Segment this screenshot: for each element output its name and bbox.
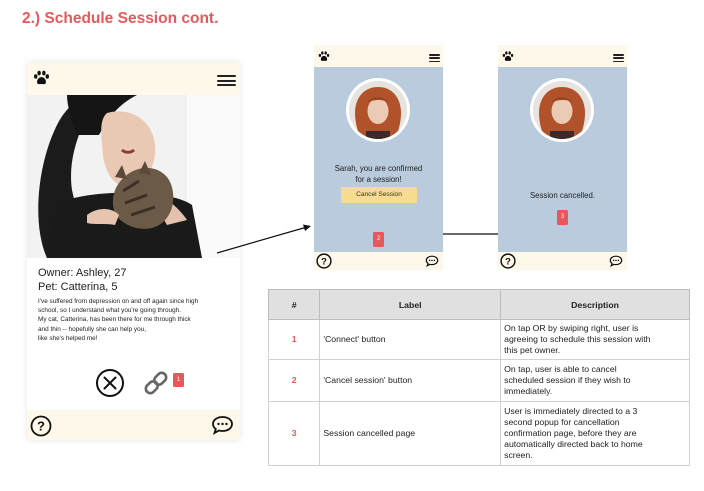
bottom-bar: ? (27, 410, 240, 440)
svg-text:?: ? (505, 256, 511, 267)
chat-bubble-icon[interactable] (211, 415, 234, 435)
confirmation-message: Sarah, you are confirmed for a session! (334, 164, 423, 184)
chat-bubble-icon[interactable] (425, 255, 439, 267)
avatar-photo (533, 81, 591, 139)
callout-badge-3: 3 (557, 210, 568, 225)
confirmation-screen: Sarah, you are confirmed for a session! … (314, 45, 443, 270)
pet-name: Pet: Catterina, 5 (38, 281, 118, 293)
cancelled-screen: Session cancelled. 3 ? (498, 45, 627, 270)
table-row: 1 'Connect' button On tap OR by swiping … (267, 319, 690, 360)
hamburger-menu-icon[interactable] (429, 54, 440, 65)
owner-info: Owner: Ashley, 27 Pet: Catterina, 5 I've… (38, 266, 238, 343)
row-label: 'Connect' button (319, 319, 502, 360)
bottom-bar: ? (314, 252, 443, 270)
cancel-session-button[interactable]: Cancel Session (341, 187, 417, 203)
close-circle-icon[interactable] (95, 368, 125, 398)
row-label: 'Cancel session' button (319, 359, 502, 402)
owner-bio: I've suffered from depression on and off… (38, 298, 199, 342)
cancelled-message: Session cancelled. (529, 191, 595, 200)
avatar (346, 78, 410, 142)
chat-bubble-icon[interactable] (609, 255, 623, 267)
column-header: # (267, 289, 321, 320)
column-header: Label (319, 289, 502, 320)
row-number: 2 (267, 359, 321, 402)
arrow-icon (216, 224, 311, 254)
help-icon[interactable]: ? (30, 415, 52, 437)
help-icon[interactable]: ? (500, 253, 516, 269)
hamburger-menu-icon[interactable] (217, 75, 236, 86)
paw-icon[interactable] (502, 51, 514, 62)
column-header: Description (500, 289, 690, 320)
link-icon[interactable] (142, 369, 170, 397)
owner-pet-photo (27, 95, 240, 258)
callout-badge-1: 1 (173, 373, 184, 387)
row-label: Session cancelled page (319, 401, 502, 466)
top-bar (27, 62, 240, 95)
callout-badge-2: 2 (373, 232, 384, 247)
table-row: 2 'Cancel session' button On tap, user i… (267, 359, 690, 402)
svg-text:?: ? (321, 256, 327, 267)
top-bar (498, 45, 627, 67)
table-header-row: # Label Description (267, 289, 690, 320)
avatar-photo (349, 81, 407, 139)
help-icon[interactable]: ? (316, 253, 332, 269)
bottom-bar: ? (498, 252, 627, 270)
page-title: 2.) Schedule Session cont. (22, 10, 219, 27)
owner-name: Owner: Ashley, 27 (38, 267, 127, 279)
row-description: On tap OR by swiping right, user is agre… (500, 319, 690, 360)
row-description: User is immediately directed to a 3 seco… (500, 401, 690, 466)
profile-screen: Owner: Ashley, 27 Pet: Catterina, 5 I've… (27, 62, 240, 440)
top-bar (314, 45, 443, 67)
table-row: 3 Session cancelled page User is immedia… (267, 401, 690, 466)
hamburger-menu-icon[interactable] (613, 54, 624, 65)
owner-pet-photo-illustration (27, 95, 240, 258)
svg-text:?: ? (37, 419, 45, 434)
paw-icon[interactable] (33, 70, 50, 86)
avatar (530, 78, 594, 142)
row-number: 3 (267, 401, 321, 466)
paw-icon[interactable] (318, 51, 330, 62)
annotation-table: # Label Description 1 'Connect' button O… (267, 289, 690, 466)
row-number: 1 (267, 319, 321, 360)
row-description: On tap, user is able to cancel scheduled… (500, 359, 690, 402)
